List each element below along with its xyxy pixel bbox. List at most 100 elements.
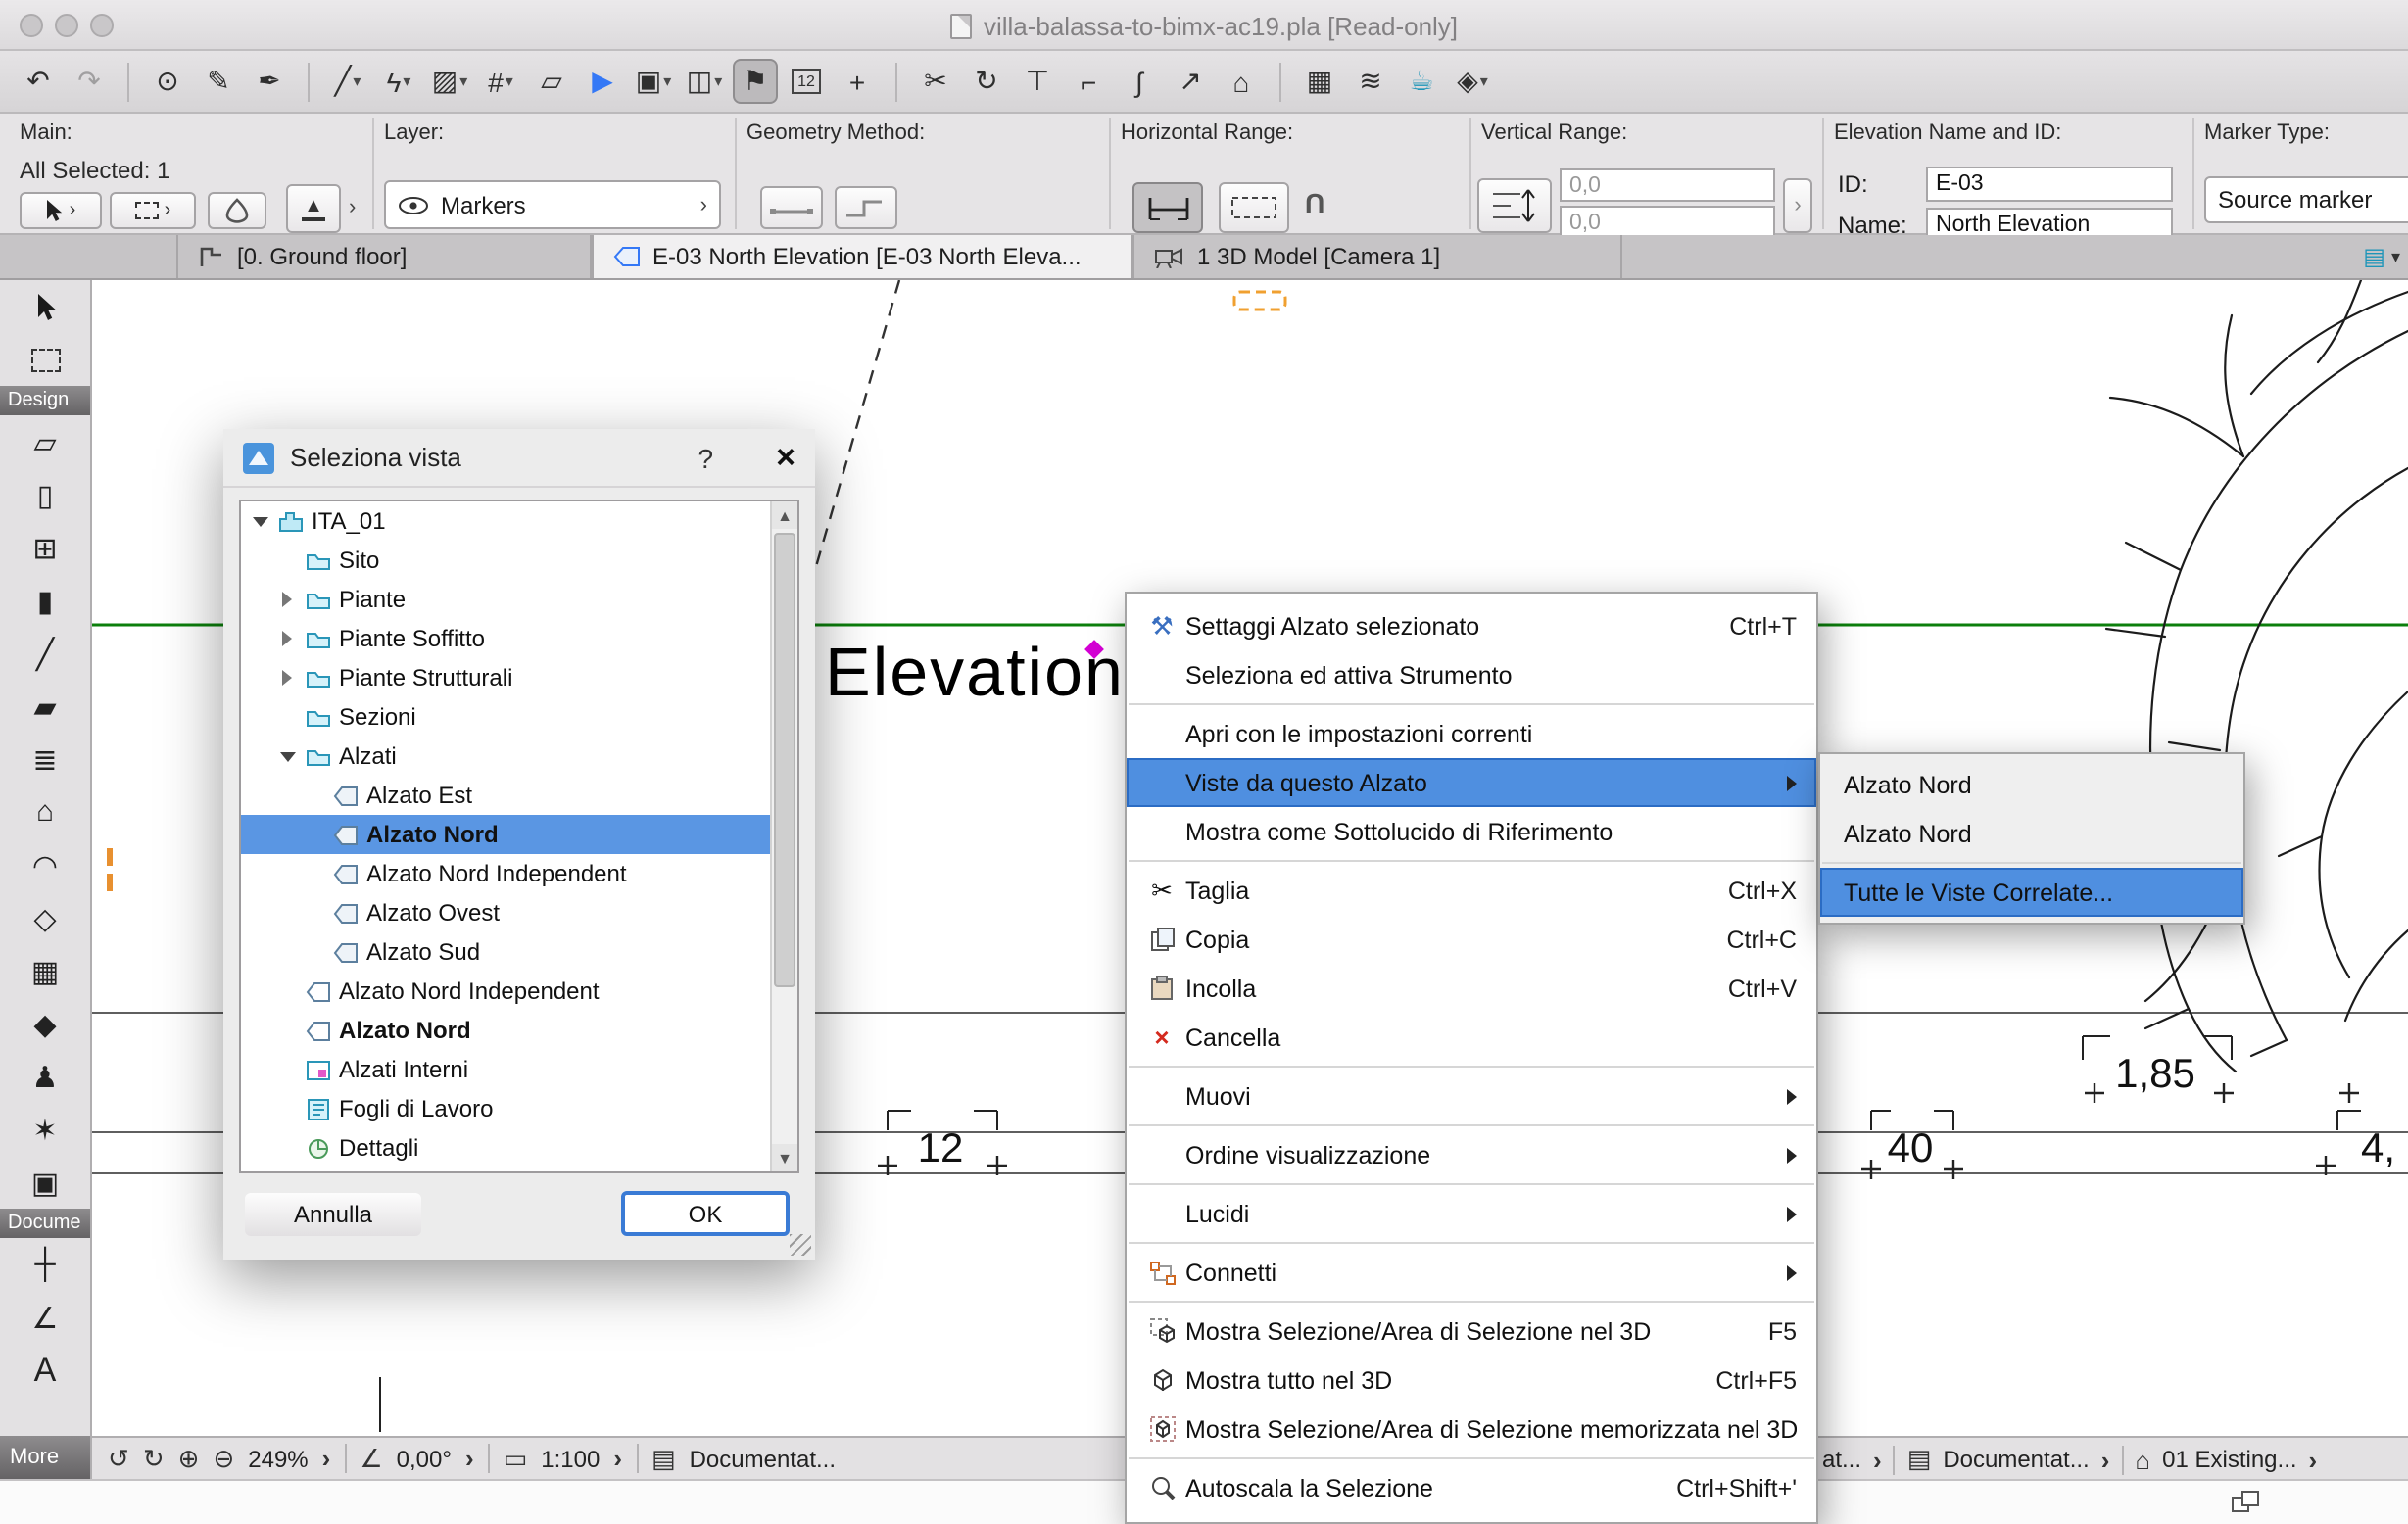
submenu-item-tutte-le-viste[interactable]: Tutte le Viste Correlate...	[1820, 868, 2243, 917]
arrow-tool-button[interactable]: ▶	[580, 59, 625, 104]
shell-tool[interactable]: ◠	[0, 838, 90, 891]
elevation-id-field[interactable]	[1926, 167, 2173, 202]
tree-scrollbar[interactable]: ▲ ▼	[770, 501, 797, 1171]
menu-item-muovi[interactable]: Muovi	[1127, 1072, 1816, 1120]
tree-item[interactable]: Alzato Sud	[241, 932, 797, 972]
tree-item[interactable]: ITA_01	[241, 501, 797, 541]
stretch-button[interactable]: ↗	[1168, 59, 1213, 104]
scroll-up-icon[interactable]: ▲	[772, 501, 797, 529]
arrow-tool-combo[interactable]: ›	[20, 192, 102, 229]
suspend-groups-button[interactable]	[208, 192, 266, 229]
zone-tool[interactable]: ▣	[0, 1156, 90, 1209]
collapse-icon[interactable]	[276, 631, 298, 646]
home-story-button[interactable]: ⌂	[1219, 59, 1264, 104]
layer-combination-icon[interactable]: ▤	[651, 1443, 676, 1474]
renovation-filter-icon[interactable]: ⌂	[2135, 1445, 2150, 1474]
curtain-wall-tool[interactable]: ▦	[0, 944, 90, 997]
pick-up-parameters-button[interactable]: ✎	[196, 59, 241, 104]
split-button[interactable]: ✂	[913, 59, 958, 104]
collapse-chevron[interactable]: ›	[349, 196, 356, 219]
text-tool[interactable]: A	[0, 1344, 90, 1397]
submenu-item-alzato-nord-1[interactable]: Alzato Nord	[1820, 760, 2243, 809]
zoom-chevron[interactable]: ›	[322, 1444, 331, 1473]
renovation-filter-value[interactable]: 01 Existing...	[2162, 1446, 2296, 1473]
beam-tool[interactable]: ╱	[0, 627, 90, 680]
submenu-item-alzato-nord-2[interactable]: Alzato Nord	[1820, 809, 2243, 858]
undo-button[interactable]: ↶	[16, 59, 61, 104]
menu-item-autoscala[interactable]: Autoscala la SelezioneCtrl+Shift+'	[1127, 1463, 1816, 1512]
tree-item[interactable]: Alzato Nord Independent	[241, 854, 797, 893]
menu-item-connetti[interactable]: Connetti	[1127, 1248, 1816, 1297]
menu-item-sottolucido[interactable]: Mostra come Sottolucido di Riferimento	[1127, 807, 1816, 856]
tree-item[interactable]: Alzato Nord Independent	[241, 972, 797, 1011]
tree-item[interactable]: Piante Strutturali	[241, 658, 797, 697]
menu-item-cancella[interactable]: ×Cancella	[1127, 1013, 1816, 1062]
marquee-frame-button[interactable]: ▣▾	[631, 59, 676, 104]
wall-tool[interactable]: ▱	[0, 415, 90, 468]
tree-item[interactable]: Piante Soffitto	[241, 619, 797, 658]
grid-snap-button[interactable]: #▾	[478, 59, 523, 104]
help-button[interactable]: ?	[698, 442, 714, 473]
tab-north-elevation[interactable]: E-03 North Elevation [E-03 North Eleva..…	[592, 235, 1132, 278]
pen-set-button[interactable]: ╱▾	[325, 59, 370, 104]
scale-value[interactable]: 1:100	[541, 1445, 600, 1472]
rendering-button[interactable]: ≋	[1348, 59, 1393, 104]
tree-item[interactable]: Alzato Est	[241, 776, 797, 815]
column-tool[interactable]: ▮	[0, 574, 90, 627]
menu-item-incolla[interactable]: IncollaCtrl+V	[1127, 964, 1816, 1013]
tree-item[interactable]: Piante	[241, 580, 797, 619]
zoom-level[interactable]: 249%	[248, 1445, 308, 1472]
previous-zoom-icon[interactable]: ↺	[108, 1443, 129, 1474]
quick-options-icon[interactable]: ▤	[2363, 243, 2385, 270]
geometry-straight-button[interactable]	[760, 186, 823, 229]
horizontal-limited-button[interactable]	[1219, 182, 1289, 233]
line-type-button[interactable]: ϟ▾	[376, 59, 421, 104]
redo-button[interactable]: ↷	[67, 59, 112, 104]
menu-item-taglia[interactable]: ✂TagliaCtrl+X	[1127, 866, 1816, 915]
marker-type-selector[interactable]: Source marker	[2204, 176, 2408, 223]
orientation-chevron[interactable]: ›	[465, 1444, 474, 1473]
pen-set-chevron[interactable]: ›	[2101, 1445, 2110, 1474]
favorites-button[interactable]: ◫▾	[682, 59, 727, 104]
photorender-button[interactable]: ☕	[1399, 59, 1444, 104]
toolbox-section-document[interactable]: Docume	[0, 1209, 90, 1238]
tree-item-selected[interactable]: Alzato Nord	[241, 815, 797, 854]
menu-item-copia[interactable]: CopiaCtrl+C	[1127, 915, 1816, 964]
roof-tool[interactable]: ⌂	[0, 786, 90, 838]
marquee-tool-combo[interactable]: ›	[110, 192, 196, 229]
window-stack-icon[interactable]	[2232, 1491, 2259, 1514]
tab-ground-floor[interactable]: [0. Ground floor]	[176, 235, 592, 278]
layer-selector[interactable]: Markers ›	[384, 180, 721, 229]
selected-elements-button[interactable]: ▲	[286, 184, 341, 233]
fillet-button[interactable]: ∫	[1117, 59, 1162, 104]
layer-settings-button[interactable]: ◈▾	[1450, 59, 1495, 104]
menu-item-settaggi[interactable]: ⚒Settaggi Alzato selezionatoCtrl+T	[1127, 601, 1816, 650]
pen-set-status-icon[interactable]: ▤	[1907, 1444, 1932, 1475]
level-dimension-tool[interactable]: ∠	[0, 1291, 90, 1344]
skylight-tool[interactable]: ◇	[0, 891, 90, 944]
door-tool[interactable]: ▯	[0, 468, 90, 521]
menu-item-apri[interactable]: Apri con le impostazioni correnti	[1127, 709, 1816, 758]
menu-item-ordine[interactable]: Ordine visualizzazione	[1127, 1130, 1816, 1179]
editing-plane-button[interactable]: ▱	[529, 59, 574, 104]
trim-button[interactable]: ⌐	[1066, 59, 1111, 104]
tail-chevron[interactable]: ›	[1873, 1445, 1882, 1474]
collapse-icon[interactable]	[276, 592, 298, 607]
pen-set-status-value[interactable]: Documentat...	[1943, 1446, 2089, 1473]
tree-item[interactable]: Alzati Interni	[241, 1050, 797, 1089]
tree-item[interactable]: Sezioni	[241, 697, 797, 737]
virtual-trace-button[interactable]: 12	[784, 59, 829, 104]
tree-item[interactable]: Sito	[241, 541, 797, 580]
find-select-button[interactable]: ⊙	[145, 59, 190, 104]
layer-combination-value[interactable]: Documentat...	[690, 1445, 836, 1472]
close-button[interactable]: ×	[776, 438, 795, 477]
menu-item-lucidi[interactable]: Lucidi	[1127, 1189, 1816, 1238]
zoom-in-icon[interactable]: ⊕	[178, 1443, 200, 1474]
object-tool[interactable]: ♟	[0, 1050, 90, 1103]
toolbox-section-design[interactable]: Design	[0, 386, 90, 415]
inject-parameters-button[interactable]: ✒	[247, 59, 292, 104]
select-tool[interactable]	[0, 280, 90, 333]
vertical-expand-button[interactable]: ›	[1783, 178, 1812, 233]
vertical-top-field[interactable]	[1560, 168, 1775, 202]
resize-grip[interactable]	[790, 1234, 811, 1256]
